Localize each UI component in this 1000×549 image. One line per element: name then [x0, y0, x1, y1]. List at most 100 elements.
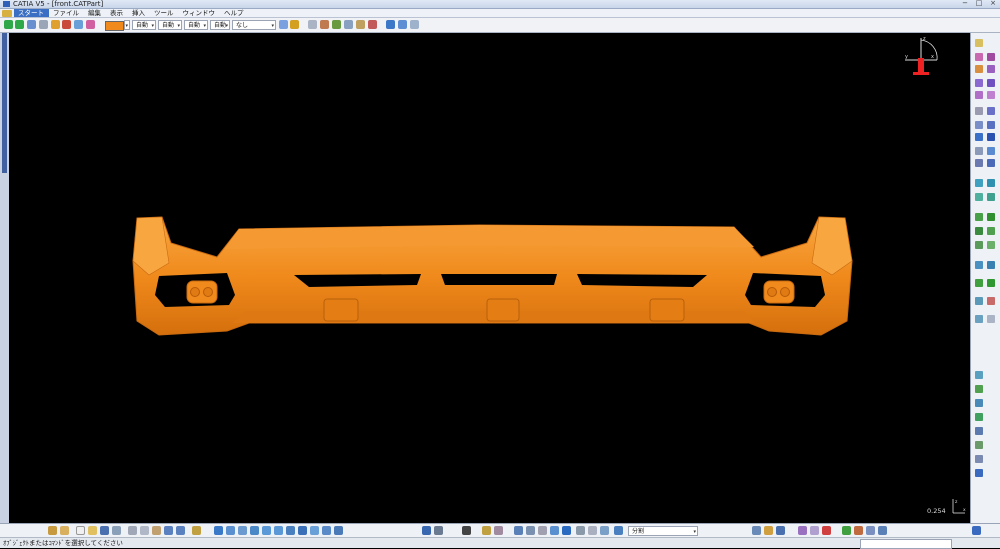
update-icon[interactable]	[368, 20, 377, 29]
new-icon[interactable]	[76, 526, 85, 535]
dress-up-icon[interactable]	[975, 441, 983, 449]
line-type-dropdown[interactable]: 自動 ▾	[184, 20, 208, 30]
rotate-icon[interactable]	[987, 179, 995, 187]
curvature-icon[interactable]	[975, 385, 983, 393]
whats-this-icon[interactable]	[192, 526, 201, 535]
surface-icon[interactable]	[975, 413, 983, 421]
color-dropdown[interactable]: ▾	[124, 20, 130, 30]
properties-icon[interactable]	[290, 20, 299, 29]
shell-icon[interactable]	[987, 121, 995, 129]
rotate-view-icon[interactable]	[250, 526, 259, 535]
pencil-bottom-icon[interactable]	[60, 526, 69, 535]
menu-file[interactable]: ファイル	[49, 9, 84, 17]
split-icon[interactable]	[975, 159, 983, 167]
grid-icon[interactable]	[550, 526, 559, 535]
menu-help[interactable]: ヘルプ	[220, 9, 249, 17]
chamfer-icon[interactable]	[987, 107, 995, 115]
shaft-icon[interactable]	[975, 65, 983, 73]
photo-icon[interactable]	[810, 526, 819, 535]
menu-edit[interactable]: 編集	[84, 9, 106, 17]
pan-icon[interactable]	[238, 526, 247, 535]
formula-icon[interactable]	[482, 526, 491, 535]
point-type-dropdown[interactable]: 自動 ▾	[210, 20, 230, 30]
fit-all-icon[interactable]	[226, 526, 235, 535]
select-icon[interactable]	[514, 526, 523, 535]
shading-icon[interactable]	[322, 526, 331, 535]
fly-icon[interactable]	[214, 526, 223, 535]
scaling-icon[interactable]	[987, 213, 995, 221]
normal-view-icon[interactable]	[286, 526, 295, 535]
thread-icon[interactable]	[987, 133, 995, 141]
intersect-icon[interactable]	[975, 241, 983, 249]
minimize-button[interactable]: −	[961, 0, 969, 7]
print-icon[interactable]	[112, 526, 121, 535]
delete-icon[interactable]	[62, 20, 71, 29]
3d-viewport[interactable]: z x y z x 0.254	[9, 33, 970, 523]
add-body-icon[interactable]	[975, 227, 983, 235]
thickness-icon[interactable]	[975, 133, 983, 141]
command-input[interactable]	[860, 539, 952, 549]
analysis-draft-icon[interactable]	[975, 371, 983, 379]
save-icon[interactable]	[100, 526, 109, 535]
material-icon[interactable]	[854, 526, 863, 535]
redo-icon[interactable]	[176, 526, 185, 535]
maximize-button[interactable]: □	[975, 0, 983, 7]
lock-view-icon[interactable]	[434, 526, 443, 535]
curve-icon[interactable]	[320, 20, 329, 29]
constraint-icon[interactable]	[975, 261, 983, 269]
analysis-icon[interactable]	[74, 20, 83, 29]
law-icon[interactable]	[776, 526, 785, 535]
properties-bottom-icon[interactable]	[752, 526, 761, 535]
text-icon[interactable]	[987, 279, 995, 287]
sketch-icon[interactable]	[975, 39, 983, 47]
measure-item-icon[interactable]	[987, 315, 995, 323]
cut-icon[interactable]	[128, 526, 137, 535]
translate-icon[interactable]	[975, 179, 983, 187]
measure-icon[interactable]	[344, 20, 353, 29]
menu-tools[interactable]: ツール	[150, 9, 179, 17]
constraint-defined-icon[interactable]	[987, 261, 995, 269]
menu-view[interactable]: 表示	[106, 9, 128, 17]
select-polygon-icon[interactable]	[538, 526, 547, 535]
compass-widget[interactable]: z x y	[901, 34, 943, 78]
copy-icon[interactable]	[140, 526, 149, 535]
annotation-icon[interactable]	[975, 279, 983, 287]
menu-insert[interactable]: 挿入	[128, 9, 150, 17]
paste-icon[interactable]	[152, 526, 161, 535]
scissors-icon[interactable]	[576, 526, 585, 535]
symmetry-icon[interactable]	[975, 193, 983, 201]
tools-icon[interactable]	[332, 20, 341, 29]
pointer-icon[interactable]	[308, 20, 317, 29]
bumper-model[interactable]	[9, 33, 970, 523]
boolean-icon[interactable]	[588, 526, 597, 535]
close-button[interactable]: ×	[989, 0, 997, 7]
environment-icon[interactable]	[878, 526, 887, 535]
transparency-dropdown[interactable]: 自動 ▾	[132, 20, 156, 30]
pad-icon[interactable]	[975, 53, 983, 61]
run-icon[interactable]	[842, 526, 851, 535]
knowledge-advisor-icon[interactable]	[494, 526, 503, 535]
extract-icon[interactable]	[614, 526, 623, 535]
split-mode-dropdown[interactable]: 分割 ▾	[628, 526, 698, 536]
sweep-icon[interactable]	[600, 526, 609, 535]
publish-icon[interactable]	[398, 20, 407, 29]
measure-between-icon[interactable]	[975, 315, 983, 323]
pencil-icon[interactable]	[51, 20, 60, 29]
measure-tool-icon[interactable]	[562, 526, 571, 535]
format-painter-icon[interactable]	[279, 20, 288, 29]
tools-palette-icon[interactable]	[975, 427, 983, 435]
plane-icon[interactable]	[987, 147, 995, 155]
add-icon[interactable]	[4, 20, 13, 29]
hole-icon[interactable]	[975, 79, 983, 87]
zoom-in-icon[interactable]	[262, 526, 271, 535]
sketch-icon[interactable]	[39, 20, 48, 29]
wireframe-icon[interactable]	[975, 399, 983, 407]
stop-icon[interactable]	[822, 526, 831, 535]
camera-icon[interactable]	[462, 526, 471, 535]
apply-material-icon[interactable]	[987, 297, 995, 305]
catalog-icon[interactable]	[386, 20, 395, 29]
draft-icon[interactable]	[975, 121, 983, 129]
slot-icon[interactable]	[975, 91, 983, 99]
rib-icon[interactable]	[987, 79, 995, 87]
tree-scroll-handle[interactable]	[2, 33, 7, 173]
